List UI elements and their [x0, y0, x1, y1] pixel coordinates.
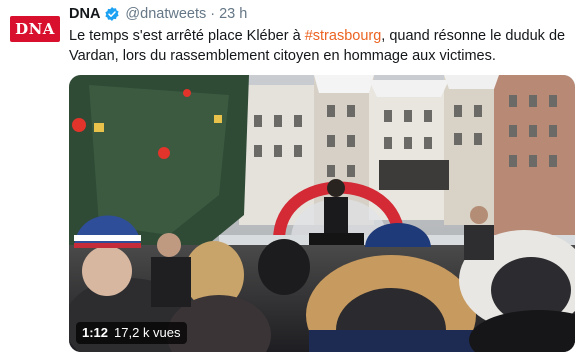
separator-dot: · [210, 6, 216, 22]
hashtag-link[interactable]: #strasbourg [305, 28, 382, 44]
tweet-card[interactable]: DNA DNA @dnatweets · 23 h Le temps s'est… [0, 0, 583, 360]
tweet-header: DNA @dnatweets · 23 h [69, 5, 247, 23]
tweet-text: Le temps s'est arrêté place Kléber à #st… [69, 26, 574, 66]
verified-badge-icon [105, 7, 120, 21]
user-handle[interactable]: @dnatweets [125, 5, 206, 23]
video-duration: 1:12 [82, 325, 109, 340]
video-info-badge: 1:12 17,2 k vues [76, 322, 187, 344]
avatar-logo-text: DNA [15, 20, 55, 38]
tweet-text-part: Le temps s'est arrêté place Kléber à [69, 28, 305, 44]
video-thumbnail [69, 75, 575, 352]
timestamp[interactable]: 23 h [219, 5, 247, 23]
video-player[interactable]: 1:12 17,2 k vues [69, 75, 575, 352]
view-count: 17,2 k vues [114, 325, 181, 340]
avatar[interactable]: DNA [10, 16, 60, 42]
display-name[interactable]: DNA [69, 5, 100, 23]
